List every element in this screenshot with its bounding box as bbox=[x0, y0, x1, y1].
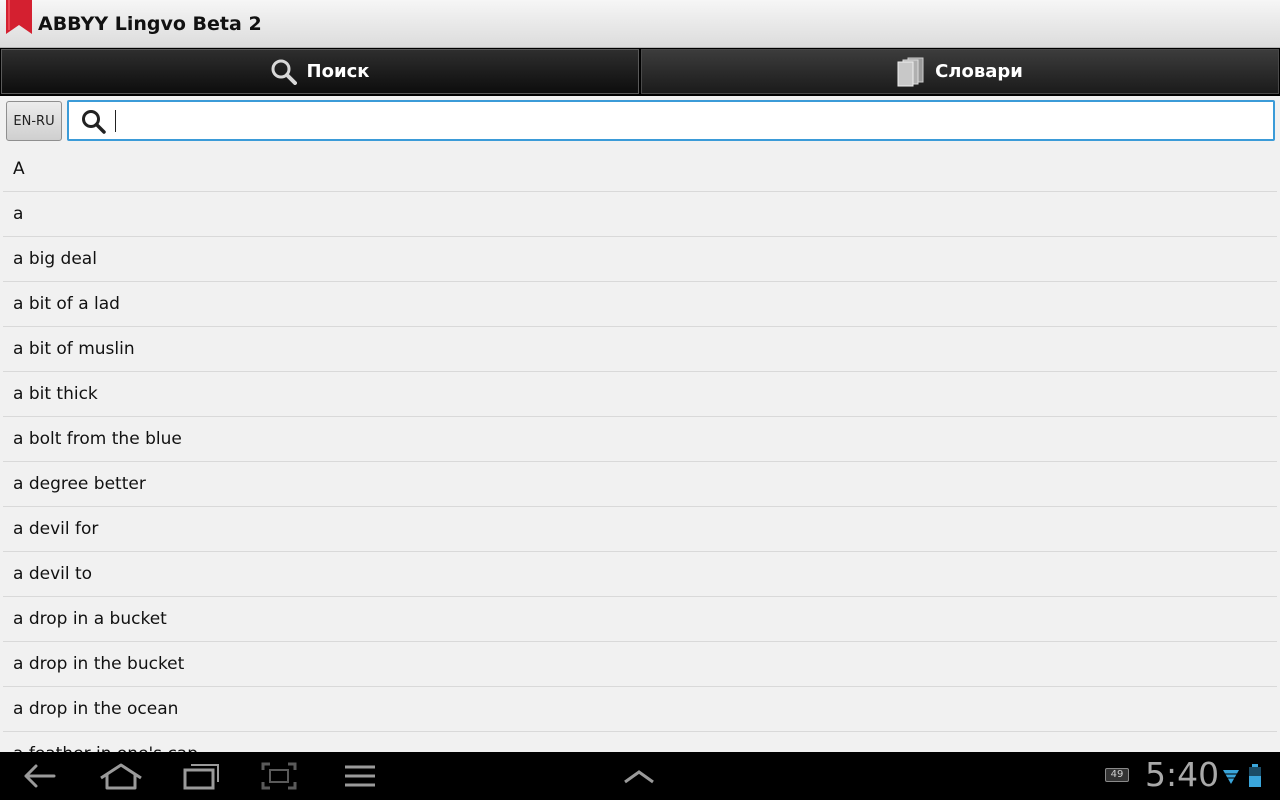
clock[interactable]: 5:40 bbox=[1145, 755, 1219, 794]
search-icon bbox=[81, 109, 107, 139]
list-item[interactable]: a bit of muslin bbox=[3, 327, 1277, 372]
list-item[interactable]: A bbox=[3, 147, 1277, 192]
title-bar: ABBYY Lingvo Beta 2 bbox=[0, 0, 1280, 48]
list-item[interactable]: a drop in the bucket bbox=[3, 642, 1277, 687]
list-item[interactable]: a degree better bbox=[3, 462, 1277, 507]
search-field[interactable] bbox=[67, 100, 1275, 141]
word-list: A a a big deal a bit of a lad a bit of m… bbox=[0, 147, 1280, 752]
app-title: ABBYY Lingvo Beta 2 bbox=[38, 13, 262, 35]
list-item[interactable]: a devil to bbox=[3, 552, 1277, 597]
list-item[interactable]: a bbox=[3, 192, 1277, 237]
tab-search-label: Поиск bbox=[306, 61, 370, 82]
menu-icon[interactable] bbox=[344, 760, 376, 792]
list-item[interactable]: a drop in a bucket bbox=[3, 597, 1277, 642]
list-item[interactable]: a feather in one's cap bbox=[3, 732, 1277, 752]
notification-badge[interactable]: 49 bbox=[1105, 768, 1129, 782]
list-item[interactable]: a bit of a lad bbox=[3, 282, 1277, 327]
tab-bar: Поиск Словари bbox=[0, 48, 1280, 96]
list-item[interactable]: a bit thick bbox=[3, 372, 1277, 417]
list-item[interactable]: a bolt from the blue bbox=[3, 417, 1277, 462]
text-cursor bbox=[115, 110, 116, 132]
app-bookmark-icon bbox=[6, 0, 32, 36]
screenshot-icon[interactable] bbox=[261, 760, 297, 792]
search-icon bbox=[271, 59, 297, 85]
list-item[interactable]: a big deal bbox=[3, 237, 1277, 282]
chevron-up-icon[interactable] bbox=[622, 760, 656, 792]
wifi-icon bbox=[1222, 760, 1240, 792]
home-icon[interactable] bbox=[98, 760, 144, 792]
dictionaries-icon bbox=[897, 57, 925, 87]
tab-dictionaries[interactable]: Словари bbox=[641, 49, 1279, 94]
language-pair-button[interactable]: EN-RU bbox=[6, 101, 62, 141]
battery-icon bbox=[1248, 760, 1262, 792]
system-bar bbox=[0, 752, 1280, 800]
back-icon[interactable] bbox=[22, 760, 58, 792]
list-item[interactable]: a drop in the ocean bbox=[3, 687, 1277, 732]
tab-search[interactable]: Поиск bbox=[1, 49, 639, 94]
search-input[interactable] bbox=[113, 106, 1263, 134]
app-screen: ABBYY Lingvo Beta 2 Поиск Словари EN-RU … bbox=[0, 0, 1280, 800]
tab-dictionaries-label: Словари bbox=[935, 61, 1023, 82]
list-item[interactable]: a devil for bbox=[3, 507, 1277, 552]
recent-apps-icon[interactable] bbox=[183, 760, 221, 792]
